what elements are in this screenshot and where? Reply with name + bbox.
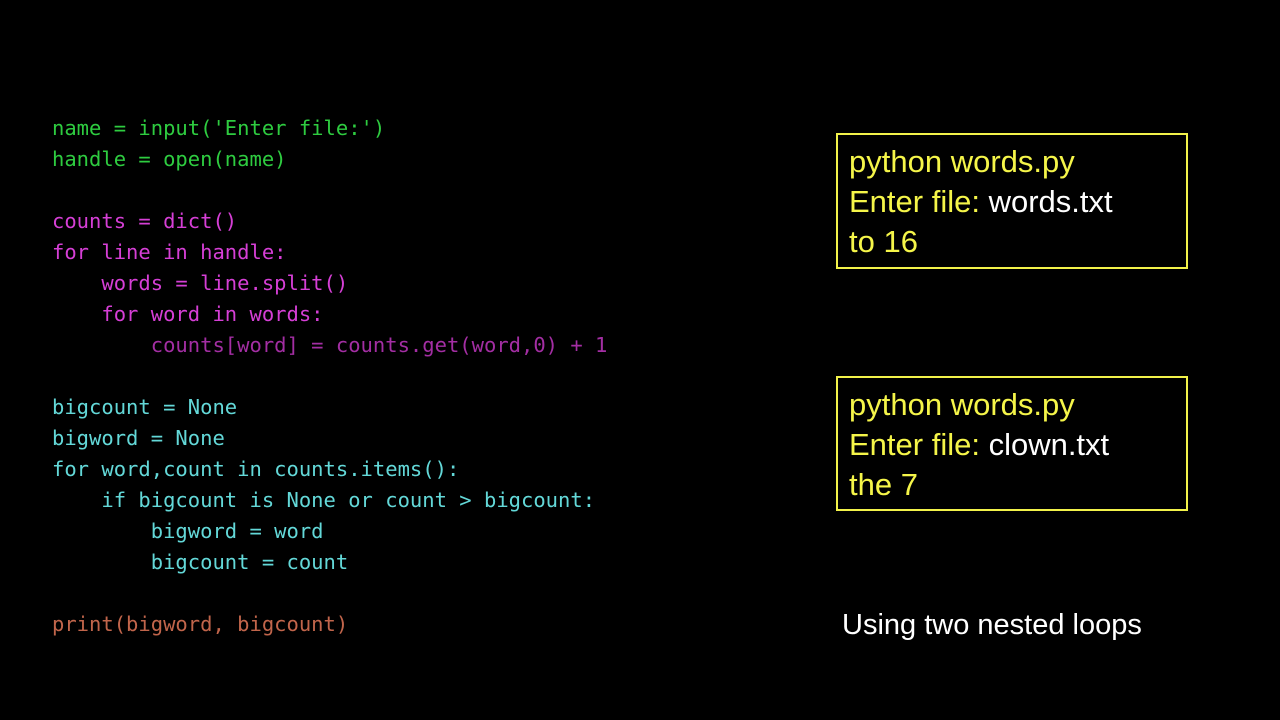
code-line: print(bigword, bigcount) [52, 611, 349, 636]
code-line: words = line.split() [52, 270, 349, 295]
python-code-listing: name = input('Enter file:') handle = open… [52, 113, 812, 640]
code-line: counts[word] = counts.get(word,0) + 1 [52, 332, 608, 357]
output-result-line: the 7 [849, 467, 918, 502]
output-prompt-label: Enter file: [849, 184, 989, 219]
code-line: bigword = None [52, 425, 225, 450]
output-prompt-line: Enter file: words.txt [849, 182, 1186, 222]
slide-caption: Using two nested loops [842, 609, 1142, 641]
code-line: counts = dict() [52, 208, 238, 233]
terminal-output-box-1: python words.py Enter file: words.txt to… [836, 133, 1188, 269]
code-line: bigcount = None [52, 394, 238, 419]
code-line: bigword = word [52, 518, 324, 543]
output-command-line: python words.py [849, 144, 1075, 179]
code-line: for line in handle: [52, 239, 287, 264]
output-filename: words.txt [988, 184, 1113, 219]
output-filename: clown.txt [988, 427, 1110, 462]
output-prompt-line: Enter file: clown.txt [849, 425, 1186, 465]
code-line: for word,count in counts.items(): [52, 456, 460, 481]
output-prompt-label: Enter file: [849, 427, 989, 462]
code-line: if bigcount is None or count > bigcount: [52, 487, 596, 512]
terminal-output-box-2: python words.py Enter file: clown.txt th… [836, 376, 1188, 511]
code-line: bigcount = count [52, 549, 349, 574]
code-line: name = input('Enter file:') [52, 115, 386, 140]
output-command-line: python words.py [849, 387, 1075, 422]
slide-canvas: name = input('Enter file:') handle = open… [0, 0, 1280, 720]
output-result-line: to 16 [849, 224, 918, 259]
code-line: handle = open(name) [52, 146, 287, 171]
code-line: for word in words: [52, 301, 324, 326]
